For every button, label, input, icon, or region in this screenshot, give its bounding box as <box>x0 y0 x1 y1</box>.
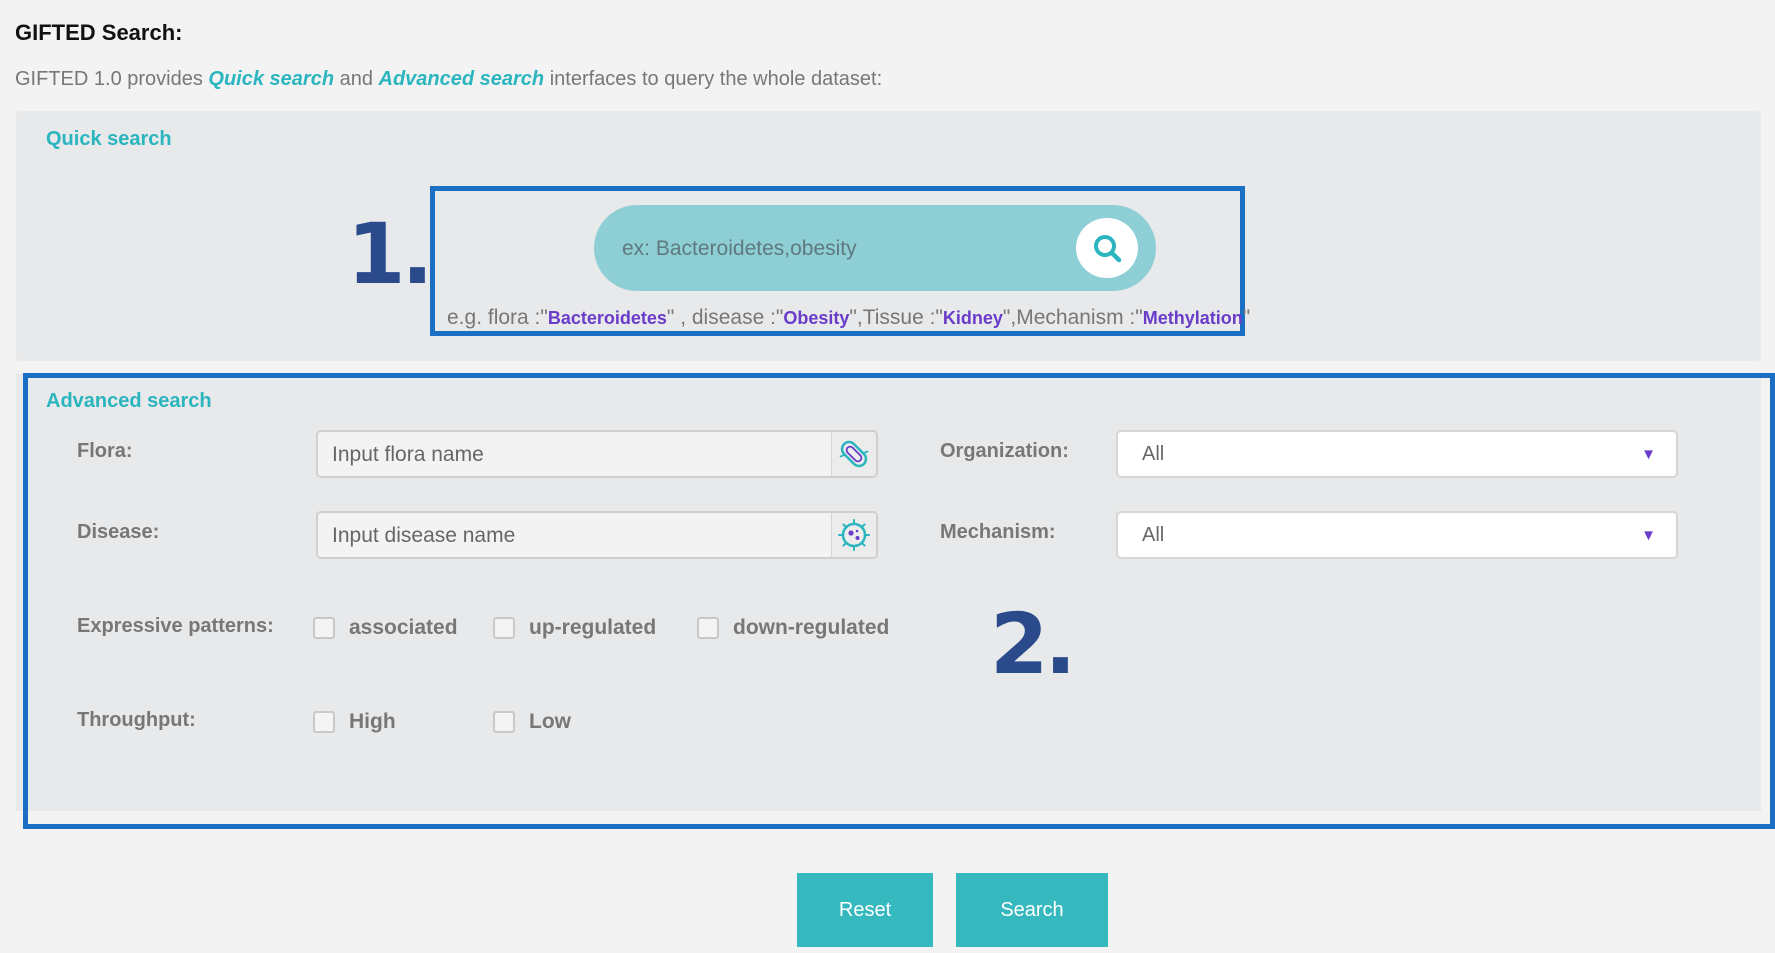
intro-and: and <box>334 68 379 90</box>
quick-search-bar <box>594 205 1156 291</box>
mechanism-select[interactable]: All ▼ <box>1116 511 1678 559</box>
example-disease-prefix: " , disease :" <box>666 306 784 329</box>
disease-icon-button[interactable] <box>831 513 876 557</box>
example-mechanism-prefix: ",Mechanism :" <box>1002 306 1143 329</box>
example-tissue: Kidney <box>942 308 1003 328</box>
intro-text: GIFTED 1.0 provides Quick search and Adv… <box>15 68 882 91</box>
checkbox-box[interactable] <box>697 617 719 639</box>
checkbox-label: associated <box>349 616 458 639</box>
intro-advanced-search: Advanced search <box>378 68 545 90</box>
intro-quick-search: Quick search <box>208 68 335 90</box>
callout-number-2: 2. <box>990 595 1076 693</box>
quick-search-button[interactable] <box>1076 218 1138 278</box>
example-suffix: " <box>1242 306 1251 329</box>
flora-label: Flora: <box>77 440 133 462</box>
example-prefix: e.g. flora :" <box>447 306 548 329</box>
checkbox-high[interactable]: High <box>313 710 396 734</box>
checkbox-label: High <box>349 710 396 733</box>
checkbox-label: down-regulated <box>733 616 890 639</box>
reset-button[interactable]: Reset <box>797 873 933 947</box>
checkbox-box[interactable] <box>493 617 515 639</box>
flora-icon-button[interactable] <box>831 432 876 476</box>
advanced-search-title: Advanced search <box>46 390 212 412</box>
example-mechanism: Methylation <box>1142 308 1243 328</box>
throughput-label: Throughput: <box>77 709 196 731</box>
callout-number-1: 1. <box>347 205 433 303</box>
flora-field <box>316 430 878 478</box>
checkbox-label: up-regulated <box>529 616 657 639</box>
example-tissue-prefix: ",Tissue :" <box>849 306 943 329</box>
example-disease: Obesity <box>783 308 850 328</box>
checkbox-down-regulated[interactable]: down-regulated <box>697 616 889 640</box>
intro-suffix: interfaces to query the whole dataset: <box>544 68 883 90</box>
checkbox-up-regulated[interactable]: up-regulated <box>493 616 656 640</box>
disease-field <box>316 511 878 559</box>
disease-input[interactable] <box>330 519 814 553</box>
checkbox-box[interactable] <box>313 617 335 639</box>
mechanism-value: All <box>1142 524 1165 546</box>
search-icon <box>1094 235 1122 263</box>
checkbox-box[interactable] <box>313 711 335 733</box>
mechanism-label: Mechanism: <box>940 521 1056 543</box>
chevron-down-icon: ▼ <box>1641 446 1656 463</box>
quick-search-input[interactable] <box>620 227 1064 271</box>
intro-prefix: GIFTED 1.0 provides <box>15 68 209 90</box>
organization-value: All <box>1142 443 1165 465</box>
expressive-patterns-label: Expressive patterns: <box>77 615 274 637</box>
checkbox-label: Low <box>529 710 571 733</box>
quick-search-example: e.g. flora :"Bacteroidetes" , disease :"… <box>447 306 1250 330</box>
organization-select[interactable]: All ▼ <box>1116 430 1678 478</box>
checkbox-low[interactable]: Low <box>493 710 571 734</box>
search-button[interactable]: Search <box>956 873 1108 947</box>
chevron-down-icon: ▼ <box>1641 527 1656 544</box>
quick-search-title: Quick search <box>46 128 172 150</box>
organization-label: Organization: <box>940 440 1069 462</box>
checkbox-associated[interactable]: associated <box>313 616 458 640</box>
virus-icon <box>838 519 870 551</box>
disease-label: Disease: <box>77 521 160 543</box>
bacteria-icon <box>839 440 869 468</box>
page-title: GIFTED Search: <box>15 20 183 45</box>
checkbox-box[interactable] <box>493 711 515 733</box>
example-flora: Bacteroidetes <box>547 308 667 328</box>
flora-input[interactable] <box>330 438 814 472</box>
